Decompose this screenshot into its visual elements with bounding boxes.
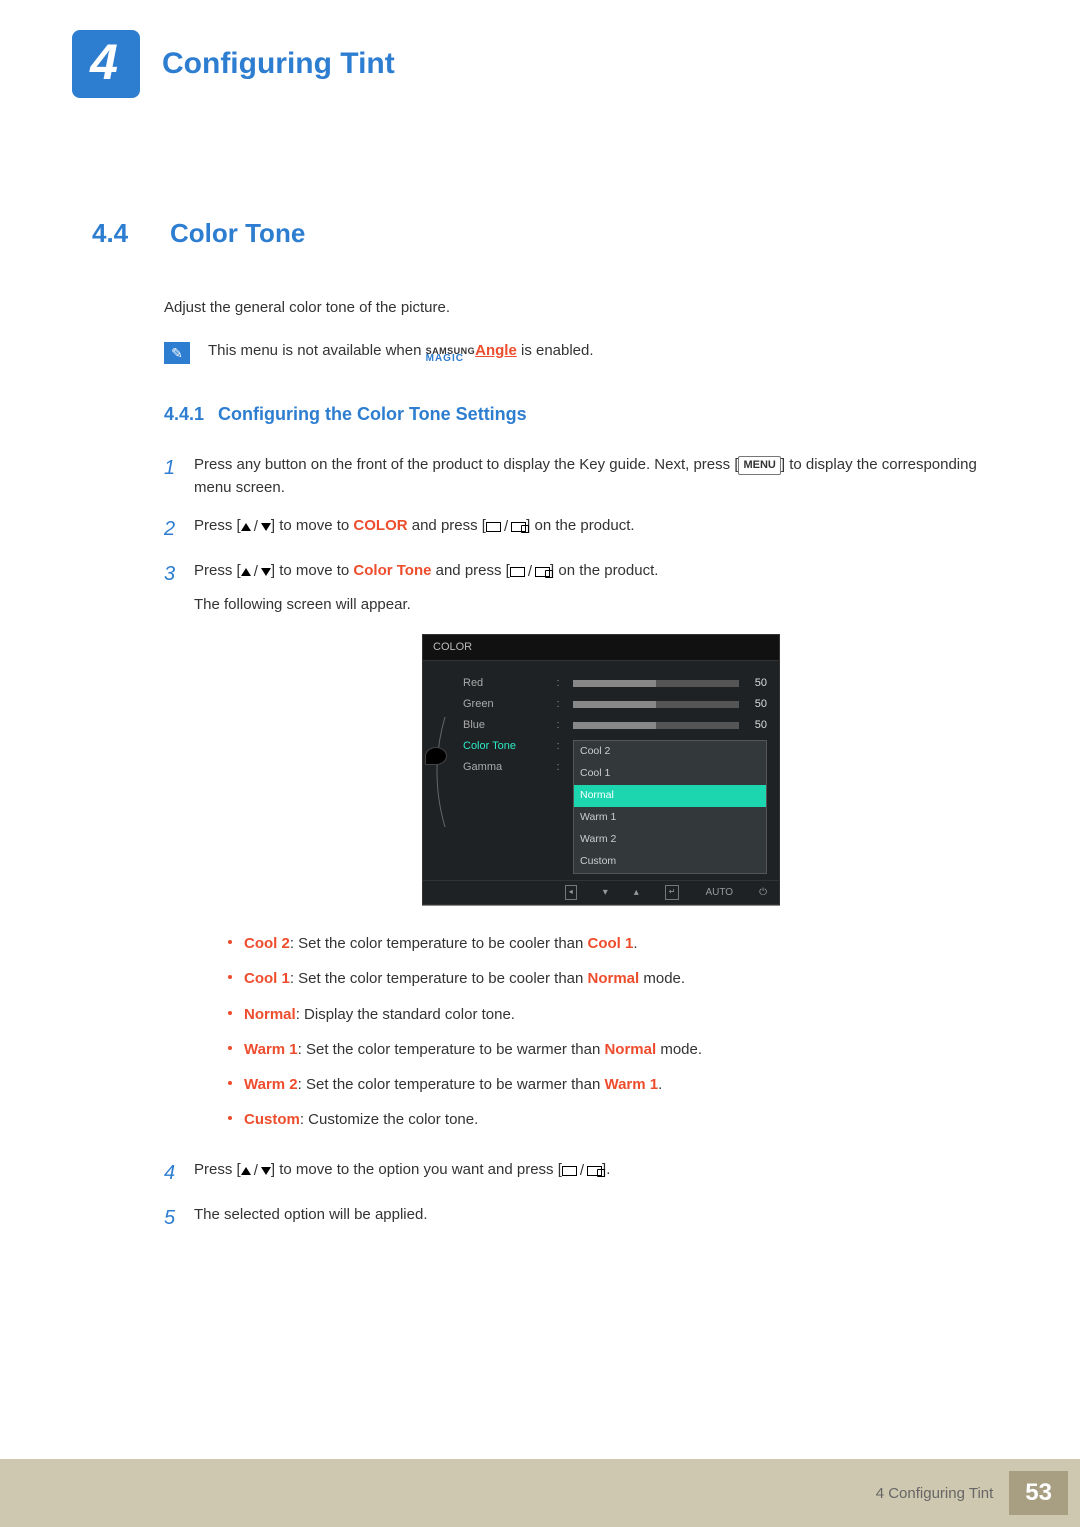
osd-auto-label: AUTO <box>705 885 733 901</box>
osd-option-warm1: Warm 1 <box>574 807 766 829</box>
subsection-number: 4.4.1 <box>164 404 204 425</box>
step-3: 3 Press [/] to move to Color Tone and pr… <box>164 559 1008 1144</box>
step-text: The selected option will be applied. <box>194 1203 1008 1234</box>
page-footer: 4 Configuring Tint 53 <box>0 1459 1080 1527</box>
step-1: 1 Press any button on the front of the p… <box>164 453 1008 500</box>
step-text: Press any button on the front of the pro… <box>194 453 1008 500</box>
enter-source-icon: / <box>486 515 526 538</box>
osd-label-gamma: Gamma <box>463 757 543 778</box>
up-down-icon: / <box>241 515 271 538</box>
section-number: 4.4 <box>92 218 142 249</box>
footer-page-number: 53 <box>1009 1471 1068 1515</box>
subsection-title: Configuring the Color Tone Settings <box>218 404 527 425</box>
bullet-cool1: Cool 1: Set the color temperature to be … <box>228 967 1008 990</box>
up-down-icon: / <box>241 560 271 583</box>
bullet-warm1: Warm 1: Set the color temperature to be … <box>228 1038 1008 1061</box>
section-title: Color Tone <box>170 218 305 249</box>
bullet-warm2: Warm 2: Set the color temperature to be … <box>228 1073 1008 1096</box>
osd-label-green: Green <box>463 694 543 715</box>
enter-source-icon: / <box>562 1159 602 1182</box>
palette-icon <box>425 747 447 765</box>
step-number: 1 <box>164 453 178 500</box>
osd-option-custom: Custom <box>574 851 766 873</box>
osd-down-icon: ▾ <box>603 885 608 901</box>
footer-section-ref: 4 Configuring Tint <box>876 1485 994 1502</box>
osd-dropdown: Cool 2 Cool 1 Normal Warm 1 Warm 2 Custo… <box>573 740 767 874</box>
menu-button-label: MENU <box>738 456 780 475</box>
up-down-icon: / <box>241 1159 271 1182</box>
chapter-header: 4 Configuring Tint <box>72 30 1008 98</box>
step-2: 2 Press [/] to move to COLOR and press [… <box>164 514 1008 545</box>
osd-slider-red: 50 <box>573 673 767 694</box>
osd-slider-green: 50 <box>573 694 767 715</box>
chapter-title: Configuring Tint <box>162 47 395 81</box>
step-number: 5 <box>164 1203 178 1234</box>
step-5: 5 The selected option will be applied. <box>164 1203 1008 1234</box>
section-heading: 4.4 Color Tone <box>72 218 1008 249</box>
step-text: Press [/] to move to Color Tone and pres… <box>194 559 1008 1144</box>
osd-option-cool2: Cool 2 <box>574 741 766 763</box>
osd-header: COLOR <box>423 635 779 661</box>
osd-label-color-tone: Color Tone <box>463 736 543 757</box>
chapter-number: 4 <box>90 33 118 91</box>
osd-option-normal: Normal <box>574 785 766 807</box>
bullet-normal: Normal: Display the standard color tone. <box>228 1003 1008 1026</box>
magic-angle-term: Angle <box>475 342 517 359</box>
step-4: 4 Press [/] to move to the option you wa… <box>164 1158 1008 1189</box>
osd-curve-decor <box>429 671 453 874</box>
note-suffix: is enabled. <box>517 342 594 359</box>
step-number: 4 <box>164 1158 178 1189</box>
osd-label-blue: Blue <box>463 715 543 736</box>
osd-enter-icon: ↵ <box>665 885 680 899</box>
intro-text: Adjust the general color tone of the pic… <box>164 297 1008 318</box>
osd-illustration: COLOR Red Green Blue Color Tone <box>422 634 780 906</box>
step-3-appear: The following screen will appear. <box>194 593 1008 616</box>
step-number: 3 <box>164 559 178 1144</box>
osd-slider-blue: 50 <box>573 715 767 736</box>
note-row: This menu is not available when SAMSUNGM… <box>164 342 1008 364</box>
samsung-magic-logo: SAMSUNGMAGIC <box>426 348 476 363</box>
step-number: 2 <box>164 514 178 545</box>
target-color-tone: Color Tone <box>353 562 431 579</box>
note-text: This menu is not available when SAMSUNGM… <box>208 342 594 363</box>
step-text: Press [/] to move to COLOR and press [/]… <box>194 514 1008 545</box>
osd-up-icon: ▴ <box>634 885 639 901</box>
enter-source-icon: / <box>510 560 550 583</box>
note-icon <box>164 342 190 364</box>
subsection-heading: 4.4.1 Configuring the Color Tone Setting… <box>164 404 1008 425</box>
osd-label-red: Red <box>463 673 543 694</box>
target-color: COLOR <box>353 517 407 534</box>
step-text: Press [/] to move to the option you want… <box>194 1158 1008 1189</box>
note-prefix: This menu is not available when <box>208 342 426 359</box>
osd-option-warm2: Warm 2 <box>574 829 766 851</box>
bullet-cool2: Cool 2: Set the color temperature to be … <box>228 932 1008 955</box>
osd-footer: ◂ ▾ ▴ ↵ AUTO ⏻ <box>423 880 779 905</box>
osd-power-icon: ⏻ <box>759 885 767 901</box>
bullet-custom: Custom: Customize the color tone. <box>228 1108 1008 1131</box>
osd-back-icon: ◂ <box>565 885 577 899</box>
chapter-number-box: 4 <box>72 30 140 98</box>
osd-option-cool1: Cool 1 <box>574 763 766 785</box>
